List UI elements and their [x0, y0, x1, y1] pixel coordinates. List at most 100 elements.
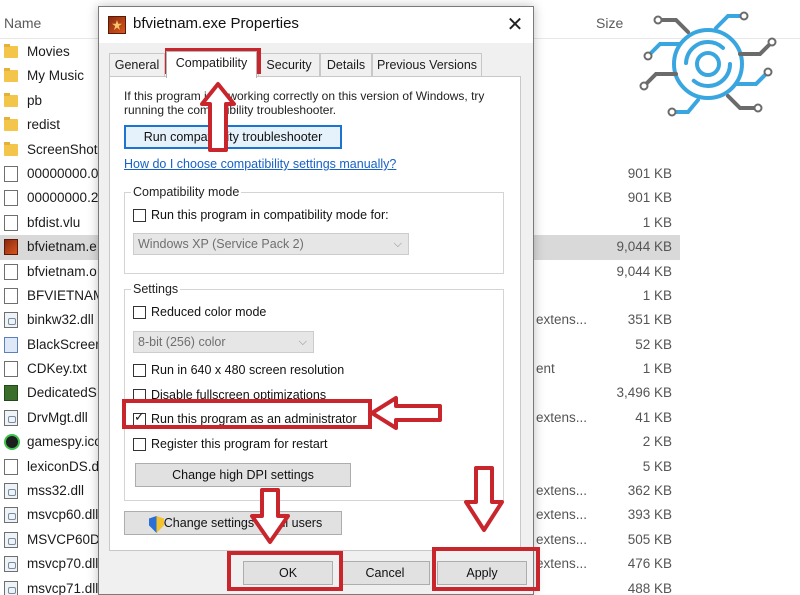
checkbox-box[interactable] [133, 306, 146, 319]
intro-line-2: running the compatibility troubleshooter… [124, 103, 337, 117]
checkbox-box[interactable] [133, 209, 146, 222]
windows-version-select: Windows XP (Service Pack 2) ⌵ [133, 233, 409, 255]
dll-icon [4, 507, 18, 524]
tab-previous-versions[interactable]: Previous Versions [372, 53, 482, 77]
file-icon [4, 458, 18, 475]
file-size: 362 KB [627, 483, 672, 499]
file-name: msvcp71.dll [27, 580, 99, 595]
file-size: 9,044 KB [616, 263, 672, 279]
reduced-color-label: Reduced color mode [151, 305, 267, 319]
run-troubleshooter-button[interactable]: Run compatibility troubleshooter [124, 125, 342, 149]
file-name: 00000000.01 [27, 165, 106, 181]
file-size: 351 KB [627, 312, 672, 328]
file-type: extens... [536, 556, 588, 572]
checkbox-box[interactable] [133, 364, 146, 377]
file-size: 1 KB [642, 287, 672, 303]
file-icon [4, 361, 18, 378]
circuit-logo [639, 11, 777, 117]
compatibility-mode-group: Compatibility mode Run this program in c… [124, 185, 504, 274]
rank-icon [4, 385, 18, 402]
window-icon [4, 336, 18, 353]
close-icon[interactable]: ✕ [503, 13, 527, 37]
folder-icon [4, 92, 18, 107]
column-header-size[interactable]: Size [596, 8, 623, 38]
dll-icon [4, 580, 18, 595]
manual-settings-link[interactable]: How do I choose compatibility settings m… [124, 157, 396, 171]
file-size: 3,496 KB [616, 385, 672, 401]
file-size: 41 KB [635, 409, 672, 425]
compatibility-panel: If this program isn't working correctly … [109, 76, 521, 551]
change-all-users-button[interactable]: Change settings for all users [124, 511, 342, 535]
highlight-apply-button [432, 547, 540, 591]
file-name: mss32.dll [27, 483, 85, 499]
file-size: 476 KB [627, 556, 672, 572]
intro-line-1: If this program isn't working correctly … [124, 89, 485, 103]
cancel-button[interactable]: Cancel [340, 561, 430, 585]
properties-dialog: bfvietnam.exe Properties ✕ General Compa… [98, 6, 534, 595]
file-name: My Music [27, 68, 84, 84]
file-name: DrvMgt.dll [27, 409, 88, 425]
change-dpi-button[interactable]: Change high DPI settings [135, 463, 351, 487]
file-name: pb [27, 92, 43, 108]
file-name: bfvietnam.o [27, 263, 97, 279]
file-size: 1 KB [642, 361, 672, 377]
file-icon [4, 263, 18, 280]
compatibility-mode-label: Compatibility mode [131, 185, 242, 199]
dialog-title: bfvietnam.exe Properties [133, 15, 299, 32]
folder-icon [4, 141, 18, 156]
file-name: bfdist.vlu [27, 214, 81, 230]
file-size: 901 KB [627, 165, 672, 181]
tab-compatibility[interactable]: Compatibility [166, 51, 257, 78]
exe-icon [4, 239, 18, 256]
file-size: 1 KB [642, 214, 672, 230]
file-size: 52 KB [635, 336, 672, 352]
gamespy-icon [4, 434, 20, 451]
file-name: Movies [27, 44, 70, 59]
file-type: extens... [536, 409, 588, 425]
dll-icon [4, 556, 18, 573]
file-type: extens... [536, 483, 588, 499]
dll-icon [4, 531, 18, 548]
file-icon [4, 214, 18, 231]
file-size: 2 KB [642, 434, 672, 450]
color-mode-select: 8-bit (256) color ⌵ [133, 331, 314, 353]
chevron-down-icon: ⌵ [393, 238, 402, 250]
file-type: ent [536, 361, 555, 377]
settings-label: Settings [131, 282, 181, 296]
column-header-name[interactable]: Name [4, 8, 41, 38]
title-bar[interactable]: bfvietnam.exe Properties ✕ [99, 7, 533, 43]
file-icon [4, 165, 18, 182]
file-size: 488 KB [627, 580, 672, 595]
compatibility-mode-checkbox-label: Run this program in compatibility mode f… [151, 208, 389, 222]
file-size: 505 KB [627, 531, 672, 547]
file-name: CDKey.txt [27, 361, 87, 377]
chevron-down-icon: ⌵ [298, 336, 307, 348]
register-restart-label: Register this program for restart [151, 437, 328, 451]
file-name: redist [27, 117, 61, 133]
file-size: 393 KB [627, 507, 672, 523]
change-all-users-label: Change settings for all users [163, 516, 323, 530]
file-size: 9,044 KB [616, 239, 672, 255]
folder-icon [4, 68, 18, 83]
checkbox-box[interactable] [133, 438, 146, 451]
dll-icon [4, 409, 18, 426]
file-name: binkw32.dll [27, 312, 94, 328]
highlight-run-as-admin [122, 399, 372, 429]
tab-security[interactable]: Security [258, 53, 320, 77]
file-size: 901 KB [627, 190, 672, 206]
folder-icon [4, 117, 18, 132]
file-type: extens... [536, 507, 588, 523]
settings-group: Settings Reduced color mode 8-bit (256) … [124, 282, 504, 501]
file-name: 00000000.25 [27, 190, 106, 206]
file-name: ScreenShots [27, 141, 105, 157]
resolution-640-label: Run in 640 x 480 screen resolution [151, 363, 345, 377]
file-name: msvcp70.dll [27, 556, 99, 572]
file-name: gamespy.ico [27, 434, 102, 450]
file-name: DedicatedS [27, 385, 97, 401]
file-name: BFVIETNAM [27, 287, 105, 303]
highlight-ok-button [227, 551, 343, 591]
file-type: extens... [536, 312, 588, 328]
tab-general[interactable]: General [109, 53, 165, 77]
intro-text: If this program isn't working correctly … [124, 89, 494, 117]
tab-details[interactable]: Details [320, 53, 372, 77]
